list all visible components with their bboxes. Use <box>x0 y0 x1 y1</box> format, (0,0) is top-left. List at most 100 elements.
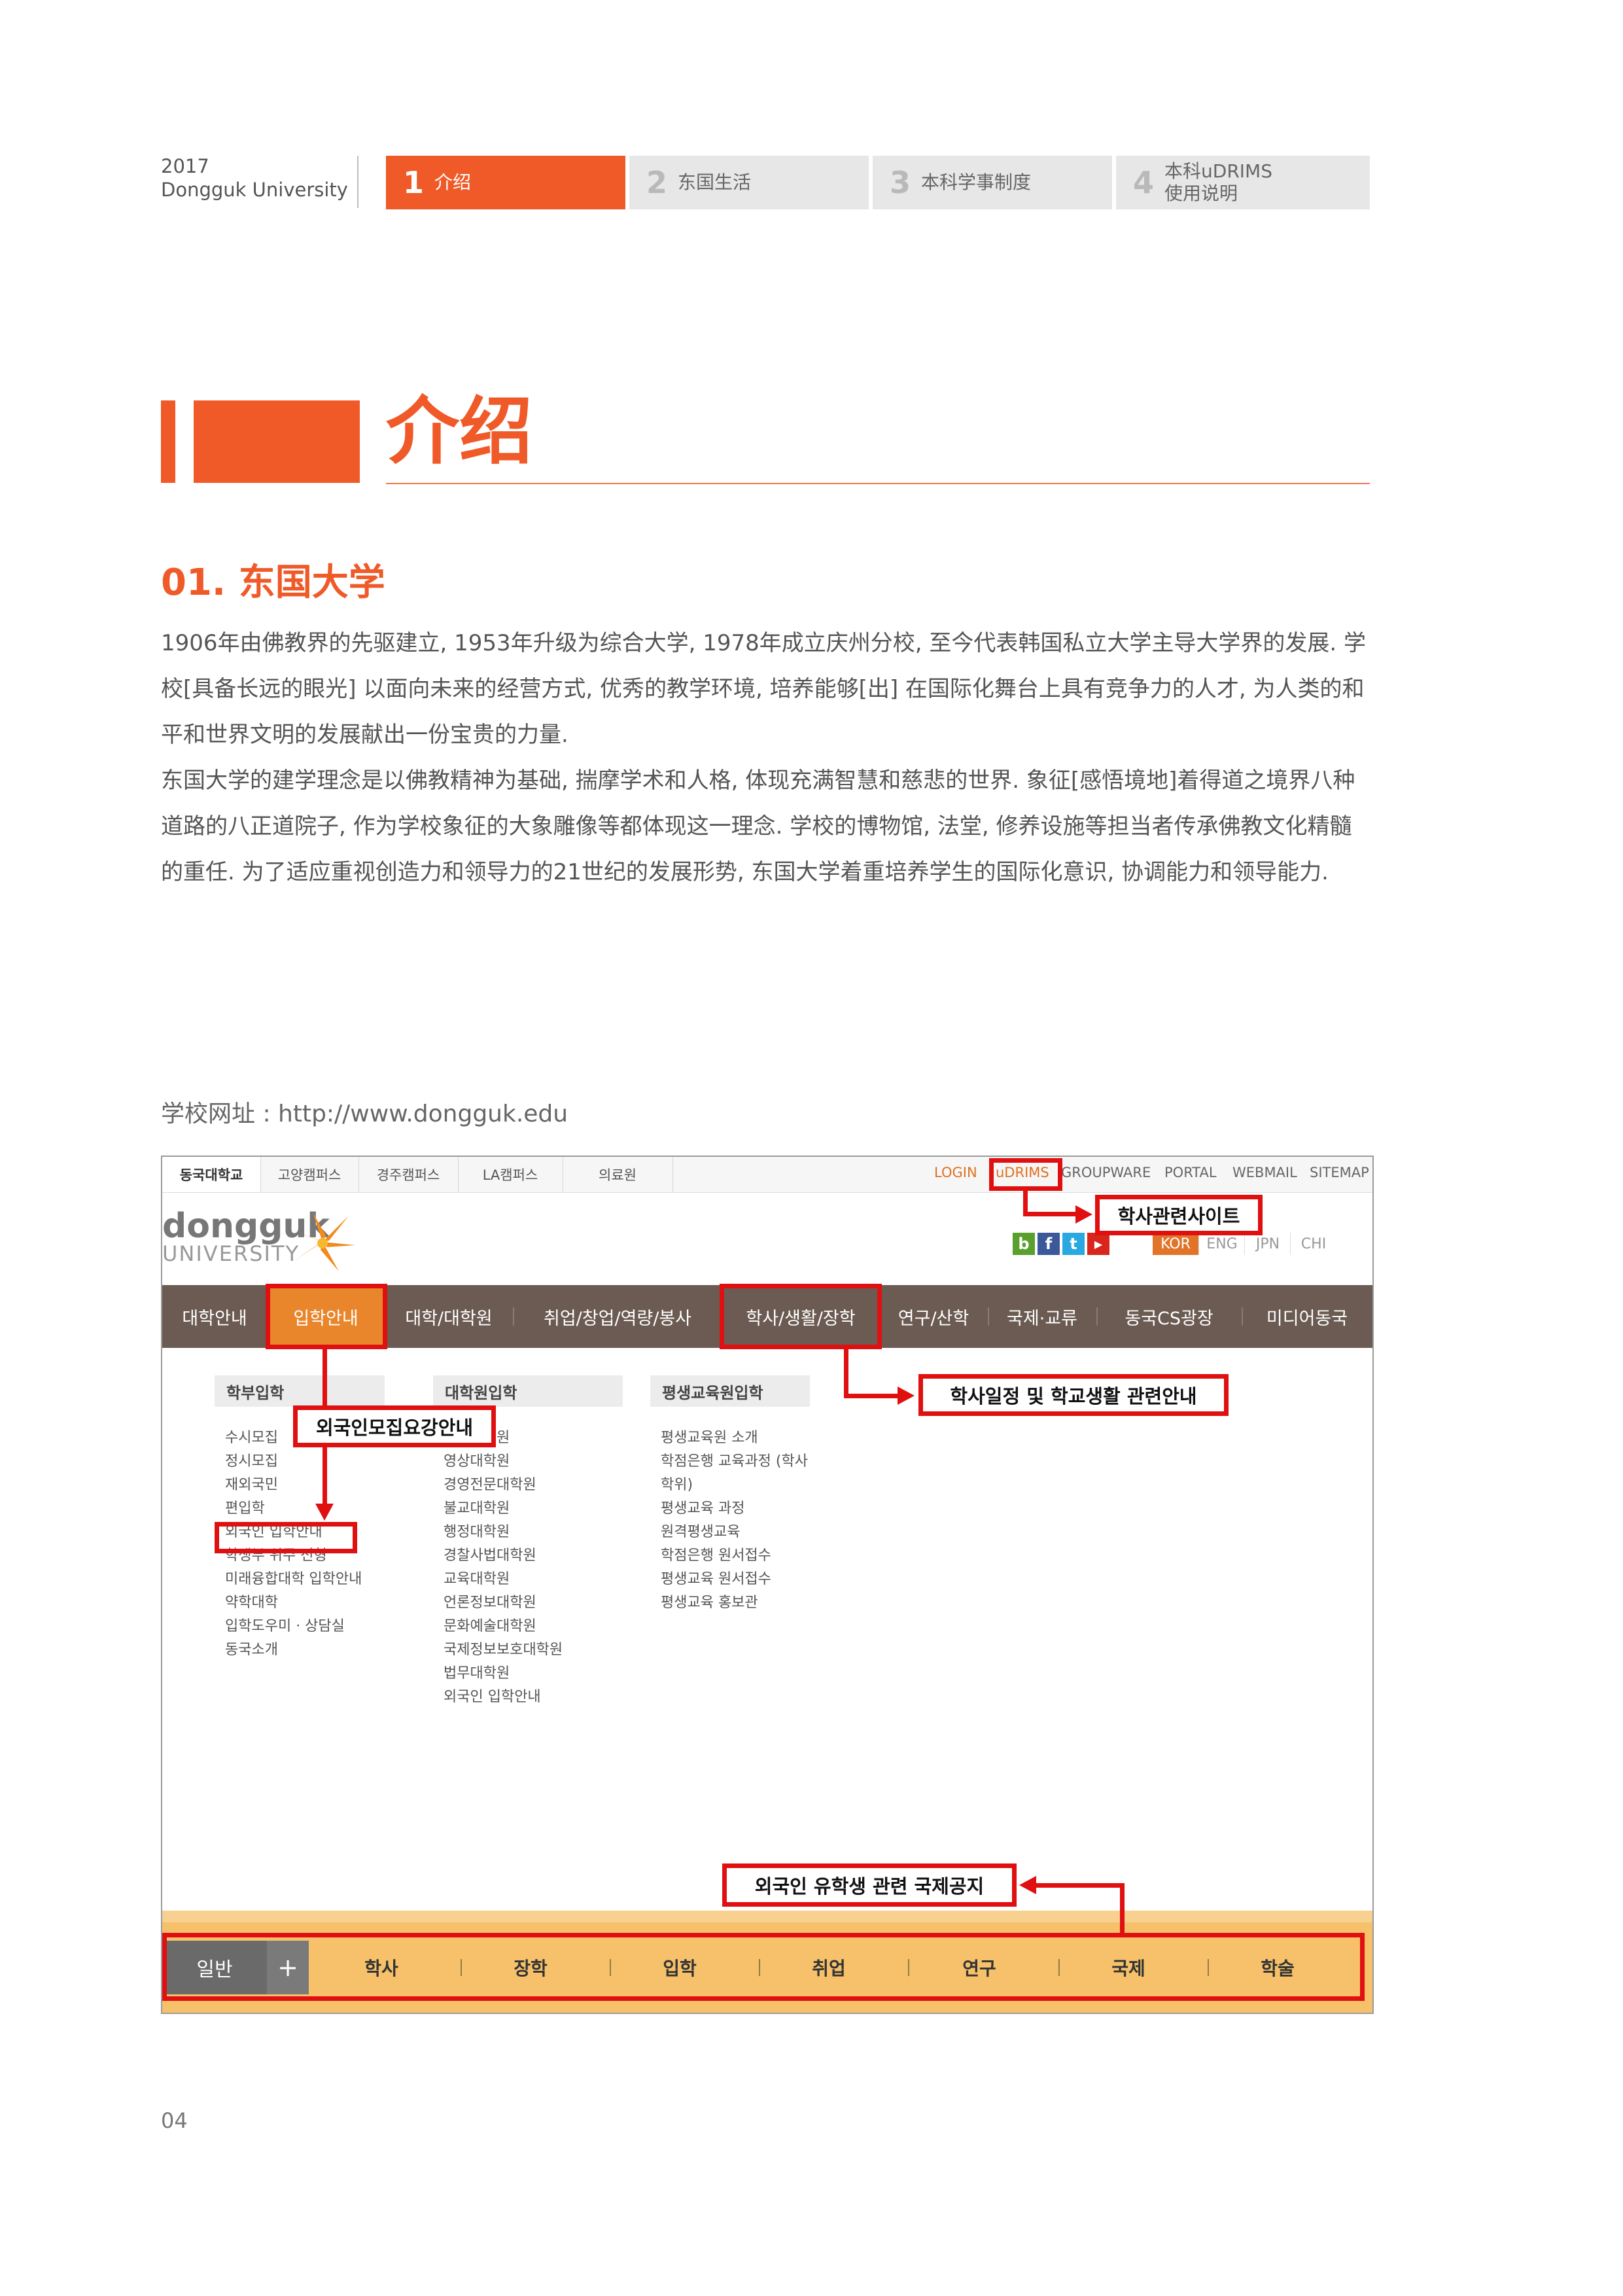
sitemap-link[interactable]: SITEMAP <box>1310 1165 1369 1180</box>
menu-item[interactable]: 편입학 <box>225 1497 362 1521</box>
site-top-bar: 동국대학교 고양캠퍼스 경주캠퍼스 LA캠퍼스 의료원 LOGIN uDRIMS… <box>162 1157 1372 1193</box>
tab-label: 本科uDRIMS 使用说明 <box>1164 160 1272 204</box>
header-university: Dongguk University <box>161 179 348 201</box>
nav-colleges[interactable]: 대학/대학원 <box>385 1285 513 1348</box>
twitter-icon[interactable]: t <box>1062 1233 1085 1255</box>
tab-label: 东国生活 <box>678 171 752 193</box>
annotation-connector <box>1023 1212 1078 1216</box>
tab-number: 2 <box>646 165 668 200</box>
menu-item[interactable]: 행정대학원 <box>444 1521 563 1544</box>
arrow-right-icon <box>1075 1205 1092 1224</box>
facebook-icon[interactable]: f <box>1038 1233 1060 1255</box>
nav-media[interactable]: 미디어동국 <box>1242 1285 1372 1348</box>
menu-item[interactable]: 평생교육 원서접수 <box>661 1568 808 1591</box>
menu-item[interactable]: 문화예술대학원 <box>444 1615 563 1638</box>
menu-item[interactable]: 정시모집 <box>225 1450 362 1474</box>
arrow-right-icon <box>898 1386 915 1405</box>
tab-number: 1 <box>403 165 425 200</box>
nav-international[interactable]: 국제·교류 <box>988 1285 1096 1348</box>
tab-introduction[interactable]: 1 介绍 <box>386 156 625 209</box>
menu-item[interactable]: 입학도우미 · 상담실 <box>225 1615 362 1638</box>
arrow-left-icon <box>1019 1876 1036 1894</box>
menu-item[interactable]: 약학대학 <box>225 1591 362 1615</box>
nav-about[interactable]: 대학안내 <box>162 1285 267 1348</box>
label-academic-sites: 학사관련사이트 <box>1095 1195 1263 1235</box>
menu-item[interactable]: 미래융합대학 입학안내 <box>225 1568 362 1591</box>
menu-item[interactable]: 학위) <box>661 1474 808 1497</box>
notice-bar-stripe <box>162 1911 1372 1922</box>
site-tab-main-campus[interactable]: 동국대학교 <box>162 1157 261 1192</box>
menu-item[interactable]: 영상대학원 <box>444 1450 563 1474</box>
blog-icon[interactable]: b <box>1013 1233 1035 1255</box>
menu-item[interactable]: 법무대학원 <box>444 1662 563 1686</box>
nav-research[interactable]: 연구/산학 <box>879 1285 988 1348</box>
paragraph: 1906年由佛教界的先驱建立, 1953年升级为综合大学, 1978年成立庆州分… <box>161 630 1367 748</box>
menu-list-graduate: 일반대학원 영상대학원 경영전문대학원 불교대학원 행정대학원 경찰사법대학원 … <box>444 1426 563 1709</box>
chapter-marker-bar <box>161 400 175 483</box>
lang-eng[interactable]: ENG <box>1198 1233 1245 1255</box>
tab-academic-system[interactable]: 3 本科学事制度 <box>873 156 1112 209</box>
annotation-connector <box>1035 1883 1124 1888</box>
tab-dongguk-life[interactable]: 2 东国生活 <box>629 156 869 209</box>
highlight-admissions-nav <box>266 1284 387 1349</box>
menu-item[interactable]: 불교대학원 <box>444 1497 563 1521</box>
site-tab-la[interactable]: LA캠퍼스 <box>458 1157 563 1192</box>
menu-item[interactable]: 외국인 입학안내 <box>444 1686 563 1709</box>
highlight-notice-bar <box>162 1933 1365 2001</box>
site-tab-medical[interactable]: 의료원 <box>563 1157 673 1192</box>
menu-item[interactable]: 학점은행 원서접수 <box>661 1544 808 1568</box>
menu-item[interactable]: 재외국민 <box>225 1474 362 1497</box>
menu-item[interactable]: 원격평생교육 <box>661 1521 808 1544</box>
tab-udrims-guide[interactable]: 4 本科uDRIMS 使用说明 <box>1116 156 1370 209</box>
lang-kor[interactable]: KOR <box>1153 1233 1198 1255</box>
arrow-down-icon <box>315 1504 334 1521</box>
site-tab-goyang[interactable]: 고양캠퍼스 <box>260 1157 359 1192</box>
chapter-title: 介绍 <box>386 389 532 474</box>
school-url: 学校网址 : http://www.dongguk.edu <box>161 1101 568 1127</box>
menu-col-head-undergrad[interactable]: 학부입학 <box>215 1375 385 1407</box>
menu-list-lifelong: 평생교육원 소개 학점은행 교육과정 (학사 학위) 평생교육 과정 원격평생교… <box>661 1426 808 1615</box>
lotus-logo-icon <box>290 1212 355 1271</box>
webmail-link[interactable]: WEBMAIL <box>1232 1165 1297 1180</box>
label-schedule-guide: 학사일정 및 학교생활 관련안내 <box>918 1374 1229 1416</box>
annotation-connector <box>844 1394 899 1398</box>
lang-chi[interactable]: CHI <box>1290 1233 1336 1255</box>
tab-number: 3 <box>890 165 911 200</box>
portal-link[interactable]: PORTAL <box>1164 1165 1217 1180</box>
highlight-udrims <box>989 1158 1062 1191</box>
chapter-rule <box>386 483 1370 484</box>
nav-career[interactable]: 취업/창업/역량/봉사 <box>513 1285 722 1348</box>
login-link[interactable]: LOGIN <box>934 1165 977 1180</box>
menu-item[interactable]: 언론정보대학원 <box>444 1591 563 1615</box>
nav-cs-plaza[interactable]: 동국CS광장 <box>1096 1285 1242 1348</box>
youtube-icon[interactable]: ▶ <box>1087 1233 1109 1255</box>
highlight-academics-nav <box>720 1284 882 1349</box>
menu-item[interactable]: 교육대학원 <box>444 1568 563 1591</box>
section-title: 01. 东国大学 <box>161 561 385 604</box>
page-number: 04 <box>161 2108 188 2133</box>
menu-item[interactable]: 국제정보보호대학원 <box>444 1638 563 1662</box>
annotation-connector <box>323 1447 327 1508</box>
website-screenshot: 동국대학교 고양캠퍼스 경주캠퍼스 LA캠퍼스 의료원 LOGIN uDRIMS… <box>161 1156 1374 2014</box>
highlight-foreigner-admission <box>215 1522 357 1553</box>
tab-number: 4 <box>1133 165 1155 200</box>
menu-item[interactable]: 동국소개 <box>225 1638 362 1662</box>
chapter-marker-block <box>194 400 360 483</box>
menu-item[interactable]: 학점은행 교육과정 (학사 <box>661 1450 808 1474</box>
groupware-link[interactable]: GROUPWARE <box>1061 1165 1151 1180</box>
site-tab-gyeongju[interactable]: 경주캠퍼스 <box>358 1157 459 1192</box>
menu-item[interactable]: 경찰사법대학원 <box>444 1544 563 1568</box>
label-intl-notice: 외국인 유학생 관련 국제공지 <box>722 1863 1017 1907</box>
site-logo-subtext: UNIVERSITY <box>162 1241 300 1266</box>
menu-item[interactable]: 평생교육 홍보관 <box>661 1591 808 1615</box>
menu-item[interactable]: 평생교육 과정 <box>661 1497 808 1521</box>
menu-col-head-lifelong[interactable]: 평생교육원입학 <box>650 1375 810 1407</box>
menu-item[interactable]: 평생교육원 소개 <box>661 1426 808 1450</box>
header-divider <box>357 156 358 208</box>
lang-jpn[interactable]: JPN <box>1244 1233 1291 1255</box>
menu-col-head-graduate[interactable]: 대학원입학 <box>433 1375 623 1407</box>
menu-item[interactable]: 경영전문대학원 <box>444 1474 563 1497</box>
tab-label: 本科学事制度 <box>921 171 1032 193</box>
section-body: 1906年由佛教界的先驱建立, 1953年升级为综合大学, 1978年成立庆州分… <box>161 620 1371 895</box>
tab-label: 介绍 <box>434 171 472 193</box>
